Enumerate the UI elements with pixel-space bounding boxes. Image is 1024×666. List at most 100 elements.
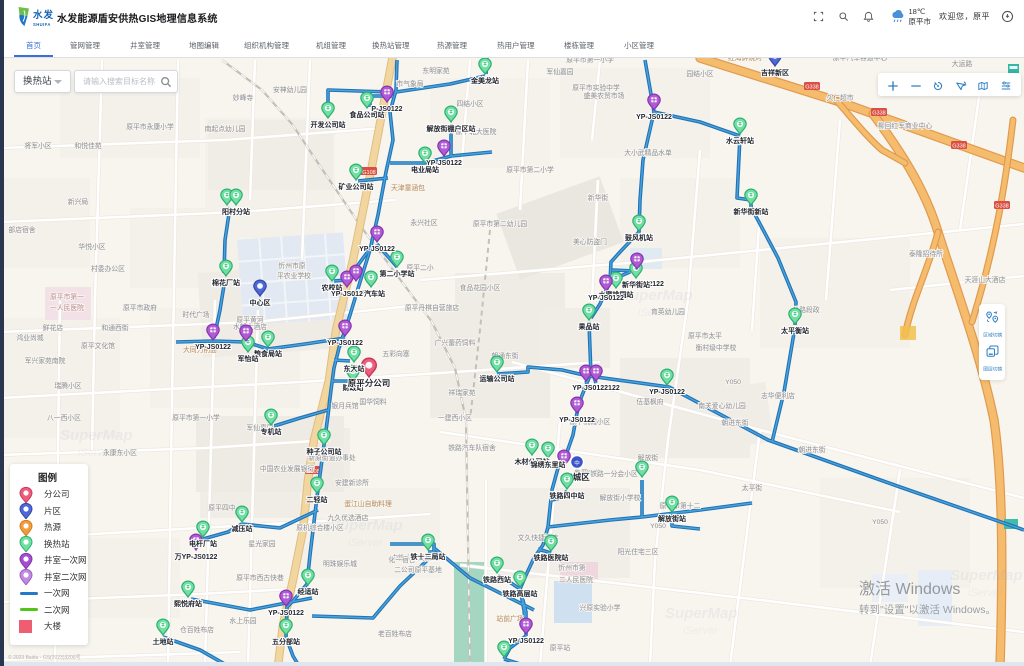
svg-text:安神幼儿园: 安神幼儿园	[273, 85, 307, 94]
svg-text:军怡站: 军怡站	[238, 354, 259, 363]
svg-text:中心区: 中心区	[250, 298, 271, 307]
svg-text:Y050: Y050	[650, 523, 666, 530]
svg-text:解放街小学校: 解放街小学校	[600, 493, 641, 502]
svg-text:五彩向塞: 五彩向塞	[382, 349, 409, 358]
svg-text:G338: G338	[872, 111, 885, 117]
svg-text:水云轩站: 水云轩站	[726, 136, 754, 145]
svg-text:YP-JS0122: YP-JS0122	[195, 344, 231, 351]
svg-text:阳光住宅三区: 阳光住宅三区	[618, 547, 659, 556]
svg-text:第二小学站: 第二小学站	[380, 269, 415, 278]
svg-text:iServer: iServer	[683, 625, 719, 637]
svg-text:解放街站: 解放街站	[658, 514, 686, 523]
svg-text:红海鲜烧烤: 红海鲜烧烤	[728, 58, 762, 62]
svg-text:久仁超市: 久仁超市	[826, 93, 853, 102]
svg-text:YP-JS0122: YP-JS0122	[588, 295, 624, 302]
svg-text:Y050: Y050	[725, 379, 741, 386]
svg-text:铁路高层站: 铁路高层站	[503, 589, 538, 598]
svg-text:伍基枫府: 伍基枫府	[636, 397, 663, 406]
svg-text:四结小区: 四结小区	[456, 99, 483, 108]
svg-text:YP-JS0122: YP-JS0122	[636, 114, 672, 121]
svg-text:种子公司站: 种子公司站	[306, 447, 342, 456]
svg-text:新华街新站: 新华街新站	[734, 207, 769, 216]
svg-text:妙峰寺: 妙峰寺	[233, 93, 254, 102]
svg-text:原平分公司: 原平分公司	[348, 378, 391, 388]
svg-text:永兴社区: 永兴社区	[410, 218, 437, 227]
svg-text:果品站: 果品站	[579, 322, 600, 331]
svg-text:安建新诊所: 安建新诊所	[335, 478, 369, 487]
svg-text:美心防盗门: 美心防盗门	[573, 237, 607, 246]
svg-text:原平黄河: 原平黄河	[236, 315, 263, 324]
svg-text:原平市第一: 原平市第一	[50, 292, 84, 301]
svg-text:专机站: 专机站	[261, 427, 282, 436]
svg-text:朝进东街: 朝进东街	[798, 445, 825, 454]
svg-text:育英幼儿园: 育英幼儿园	[651, 307, 685, 316]
svg-text:军仙嘉园: 军仙嘉园	[546, 67, 573, 76]
svg-text:星光家园: 星光家园	[248, 539, 275, 548]
svg-text:原平市政府: 原平市政府	[123, 303, 157, 312]
svg-text:YP-JS0122: YP-JS0122	[327, 340, 363, 347]
svg-text:原平汽车客运中心: 原平汽车客运中心	[833, 58, 888, 62]
svg-text:原平市西古快巷: 原平市西古快巷	[236, 573, 284, 582]
svg-text:原平丹棋自营旅店: 原平丹棋自营旅店	[405, 303, 460, 312]
svg-text:二公司原平基地: 二公司原平基地	[394, 565, 442, 574]
svg-text:开发公司站: 开发公司站	[311, 120, 346, 129]
svg-text:永康东小区: 永康东小区	[103, 448, 137, 457]
svg-text:土地站: 土地站	[153, 637, 174, 646]
svg-text:五分部站: 五分部站	[272, 637, 300, 646]
svg-text:九久优选酒店: 九久优选酒店	[328, 513, 369, 522]
svg-text:衡村级中学校: 衡村级中学校	[696, 343, 737, 352]
svg-text:和悦佳苑: 和悦佳苑	[74, 141, 101, 150]
svg-text:万YP-JS0122: 万YP-JS0122	[174, 553, 218, 561]
svg-text:国华饲料: 国华饲料	[359, 397, 386, 406]
svg-text:天涯山大酒店: 天涯山大酒店	[965, 275, 1006, 284]
svg-text:水上乐园: 水上乐园	[229, 616, 256, 625]
svg-text:原平四中: 原平四中	[208, 503, 235, 512]
svg-text:南起点幼儿园: 南起点幼儿园	[205, 124, 246, 133]
svg-text:YP-JS012: YP-JS012	[331, 291, 363, 298]
svg-text:G108: G108	[362, 170, 375, 176]
svg-text:原平市第二小学: 原平市第二小学	[506, 165, 554, 174]
svg-text:园结小区: 园结小区	[686, 69, 713, 78]
svg-text:食品花园小区: 食品花园小区	[460, 283, 501, 292]
svg-text:YP-JS0122: YP-JS0122	[359, 246, 395, 253]
svg-text:阳村分站: 阳村分站	[222, 207, 250, 216]
svg-text:G338: G338	[805, 85, 818, 91]
svg-text:新华街: 新华街	[588, 193, 609, 202]
svg-text:Y050: Y050	[872, 519, 888, 526]
svg-text:YP-JS0122: YP-JS0122	[649, 389, 685, 396]
svg-text:大小武精品水单: 大小武精品水单	[624, 148, 672, 157]
svg-text:市气象局: 市气象局	[396, 79, 423, 88]
svg-text:矿业公司站: 矿业公司站	[339, 182, 374, 191]
svg-text:原平市太平: 原平市太平	[688, 331, 722, 340]
svg-text:YP-JS0122122: YP-JS0122122	[572, 385, 620, 392]
svg-text:二轻站: 二轻站	[307, 495, 328, 504]
svg-text:G338: G338	[952, 144, 965, 150]
svg-text:一人民医院: 一人民医院	[50, 303, 84, 312]
svg-text:大运路: 大运路	[952, 59, 973, 68]
svg-text:泰隆招待所: 泰隆招待所	[909, 249, 943, 258]
svg-text:SuperMap: SuperMap	[60, 427, 133, 444]
svg-text:南关爱心幼儿园: 南关爱心幼儿园	[698, 401, 746, 410]
svg-text:原平站: 原平站	[550, 643, 571, 652]
svg-text:YP-JS0122: YP-JS0122	[559, 417, 595, 424]
svg-text:吉祥新区: 吉祥新区	[761, 68, 789, 77]
svg-text:P-JS0122: P-JS0122	[371, 106, 402, 113]
svg-text:铁十二局站: 铁十二局站	[411, 552, 446, 561]
svg-text:原机综合楼小区: 原机综合楼小区	[296, 523, 344, 532]
svg-text:八一西小区: 八一西小区	[47, 413, 81, 422]
svg-text:时代广场: 时代广场	[182, 310, 209, 319]
svg-text:G338: G338	[995, 204, 1008, 210]
svg-text:蛋江山自助料理: 蛋江山自助料理	[344, 499, 392, 508]
svg-text:朝进东街: 朝进东街	[721, 418, 748, 427]
svg-text:原平市第一小学: 原平市第一小学	[566, 58, 614, 64]
svg-text:YP-JS0122: YP-JS0122	[508, 638, 544, 645]
svg-text:原平市第一小学: 原平市第一小学	[172, 413, 220, 422]
svg-text:东大站: 东大站	[344, 364, 365, 373]
svg-text:仓百姓布店: 仓百姓布店	[180, 625, 214, 634]
svg-text:平农业学校: 平农业学校	[277, 271, 311, 280]
svg-text:二人民医院: 二人民医院	[559, 575, 593, 584]
svg-text:兴原实验小学: 兴原实验小学	[580, 603, 621, 612]
svg-text:铁路汽车队宿舍: 铁路汽车队宿舍	[448, 443, 496, 452]
svg-text:中: 中	[574, 459, 580, 467]
svg-text:铁路四中站: 铁路四中站	[550, 491, 585, 500]
